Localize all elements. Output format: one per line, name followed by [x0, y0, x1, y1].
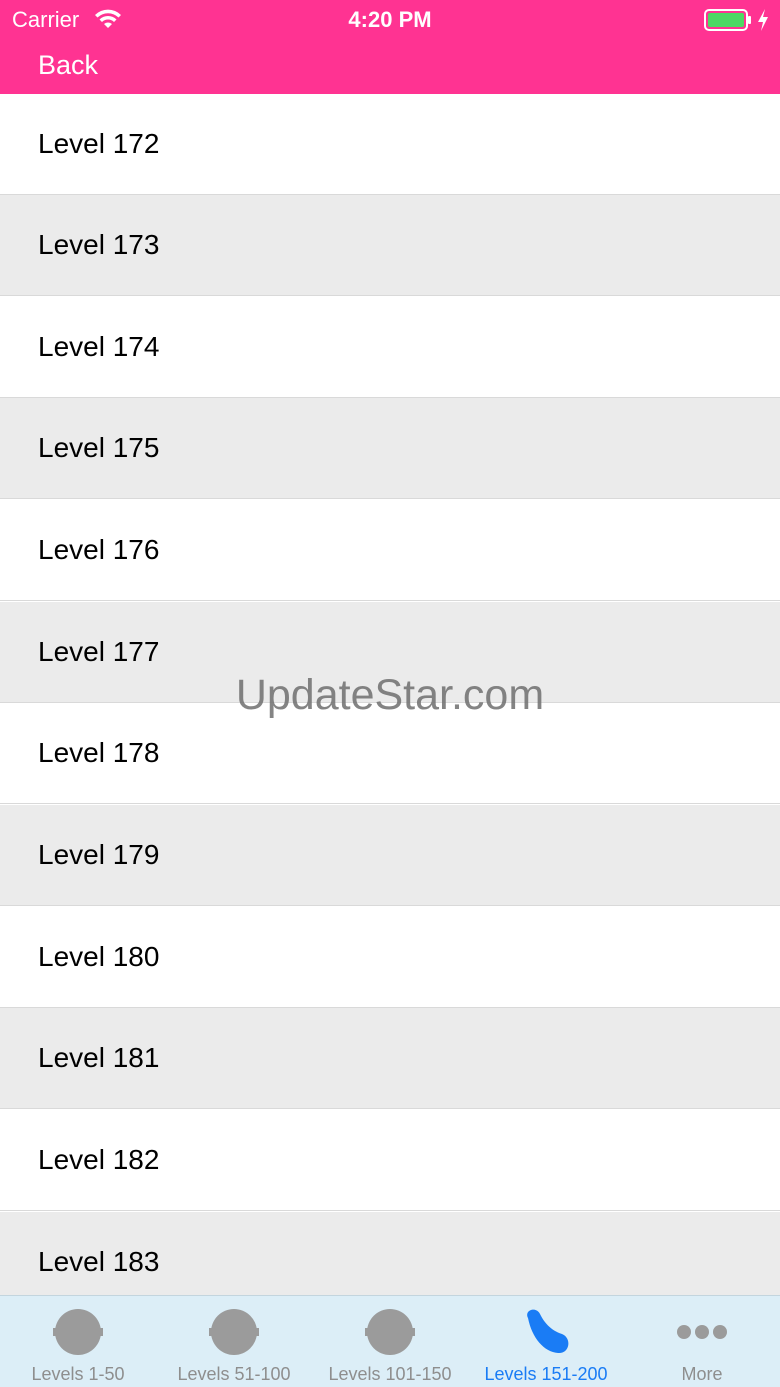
level-row[interactable]: Level 182	[0, 1110, 780, 1211]
top-bar: Carrier 4:20 PM Back	[0, 0, 780, 94]
level-row[interactable]: Level 181	[0, 1008, 780, 1109]
level-label: Level 173	[38, 229, 160, 260]
status-bar: Carrier 4:20 PM	[0, 0, 780, 40]
level-label: Level 176	[38, 534, 160, 565]
level-row[interactable]: Level 176	[0, 500, 780, 601]
tab-label: Levels 151-200	[484, 1364, 608, 1384]
level-row[interactable]: Level 179	[0, 805, 780, 906]
tab-bar: Levels 1-50 Levels 51-100 Levels 101-150…	[0, 1295, 780, 1387]
level-row[interactable]: Level 172	[0, 94, 780, 195]
level-label: Level 178	[38, 737, 160, 768]
level-label: Level 179	[38, 839, 160, 870]
level-label: Level 172	[38, 128, 160, 159]
tab-label: Levels 1-50	[31, 1364, 125, 1384]
tab-label: Levels 51-100	[177, 1364, 291, 1384]
tab-levels-151-200[interactable]: Levels 151-200	[468, 1296, 624, 1387]
level-row[interactable]: Level 173	[0, 195, 780, 296]
circle-icon	[365, 1309, 415, 1355]
tab-levels-51-100[interactable]: Levels 51-100	[156, 1296, 312, 1387]
battery-icon	[704, 9, 751, 31]
level-row[interactable]: Level 177	[0, 602, 780, 703]
level-row[interactable]: Level 178	[0, 703, 780, 804]
level-label: Level 177	[38, 636, 160, 667]
level-label: Level 183	[38, 1246, 160, 1277]
circle-icon	[209, 1309, 259, 1355]
level-row[interactable]: Level 183	[0, 1212, 780, 1295]
clock: 4:20 PM	[348, 7, 432, 32]
level-label: Level 180	[38, 941, 160, 972]
tab-levels-101-150[interactable]: Levels 101-150	[312, 1296, 468, 1387]
level-row[interactable]: Level 175	[0, 398, 780, 499]
screen: Carrier 4:20 PM Back Level 172 Level 173	[0, 0, 780, 1387]
tab-levels-1-50[interactable]: Levels 1-50	[0, 1296, 156, 1387]
tab-more[interactable]: More	[624, 1296, 780, 1387]
level-label: Level 182	[38, 1144, 160, 1175]
circle-icon	[53, 1309, 103, 1355]
back-button[interactable]: Back	[38, 50, 98, 81]
tab-label: Levels 101-150	[328, 1364, 452, 1384]
level-row[interactable]: Level 174	[0, 297, 780, 398]
charging-bolt-icon	[758, 9, 768, 31]
level-row[interactable]: Level 180	[0, 907, 780, 1008]
level-label: Level 174	[38, 331, 160, 362]
more-dots-icon	[677, 1325, 727, 1339]
tab-label: More	[681, 1364, 723, 1384]
level-label: Level 175	[38, 432, 160, 463]
jellybean-icon	[527, 1309, 569, 1354]
level-label: Level 181	[38, 1042, 160, 1073]
level-list: Level 172 Level 173 Level 174 Level 175 …	[0, 94, 780, 1295]
